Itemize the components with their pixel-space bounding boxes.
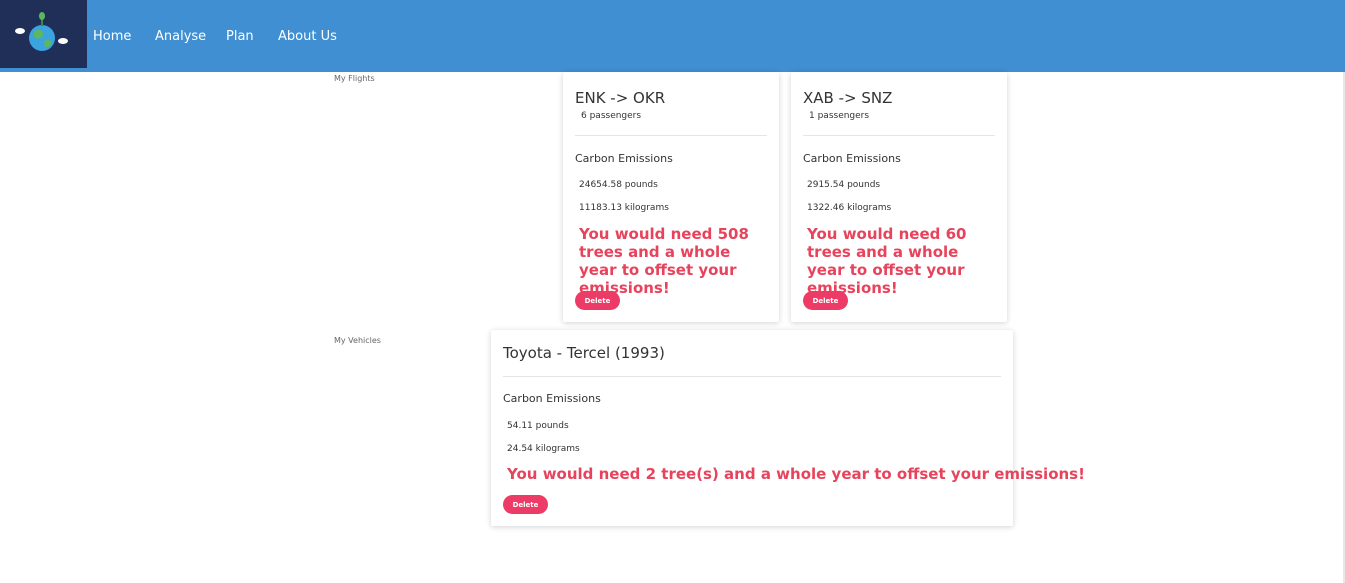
nav-home-link[interactable]: Home [93,29,131,44]
earth-logo-icon [15,12,68,51]
delete-button[interactable]: Delete [503,495,548,514]
nav-plan-link[interactable]: Plan [226,29,254,44]
logo[interactable] [0,0,87,68]
flight-card: XAB -> SNZ 1 passengers Carbon Emissions… [791,72,1007,322]
vehicle-title: Toyota - Tercel (1993) [503,344,665,362]
flight-route: XAB -> SNZ [803,89,893,107]
flight-card: ENK -> OKR 6 passengers Carbon Emissions… [563,72,779,322]
vehicle-card: Toyota - Tercel (1993) Carbon Emissions … [491,330,1085,526]
carbon-emissions-heading: Carbon Emissions [803,152,901,165]
emissions-pounds: 2915.54 pounds [807,180,881,190]
flight-passengers: 6 passengers [581,111,642,121]
flight-passengers: 1 passengers [809,111,870,121]
card-divider [575,135,767,136]
emissions-pounds: 24654.58 pounds [579,180,658,190]
card-divider [803,135,995,136]
nav-analyse-link[interactable]: Analyse [155,29,206,44]
emissions-kilograms: 24.54 kilograms [507,444,580,454]
delete-button[interactable]: Delete [575,291,620,310]
card-divider [503,376,1001,377]
emissions-kilograms: 1322.46 kilograms [807,203,892,213]
emissions-kilograms: 11183.13 kilograms [579,203,669,213]
delete-button[interactable]: Delete [803,291,848,310]
my-flights-label: My Flights [334,74,375,83]
emissions-pounds: 54.11 pounds [507,421,569,431]
carbon-emissions-heading: Carbon Emissions [503,392,601,405]
nav-about-us-link[interactable]: About Us [278,29,337,44]
my-vehicles-label: My Vehicles [334,336,381,345]
carbon-emissions-heading: Carbon Emissions [575,152,673,165]
flight-route: ENK -> OKR [575,89,666,107]
tree-offset-message: You would need 508 trees and a whole yea… [579,225,749,297]
tree-offset-message: You would need 60 trees and a whole year… [807,225,967,297]
tree-offset-message: You would need 2 tree(s) and a whole yea… [507,465,1085,483]
top-navbar: Home Analyse Plan About Us [0,0,1345,72]
